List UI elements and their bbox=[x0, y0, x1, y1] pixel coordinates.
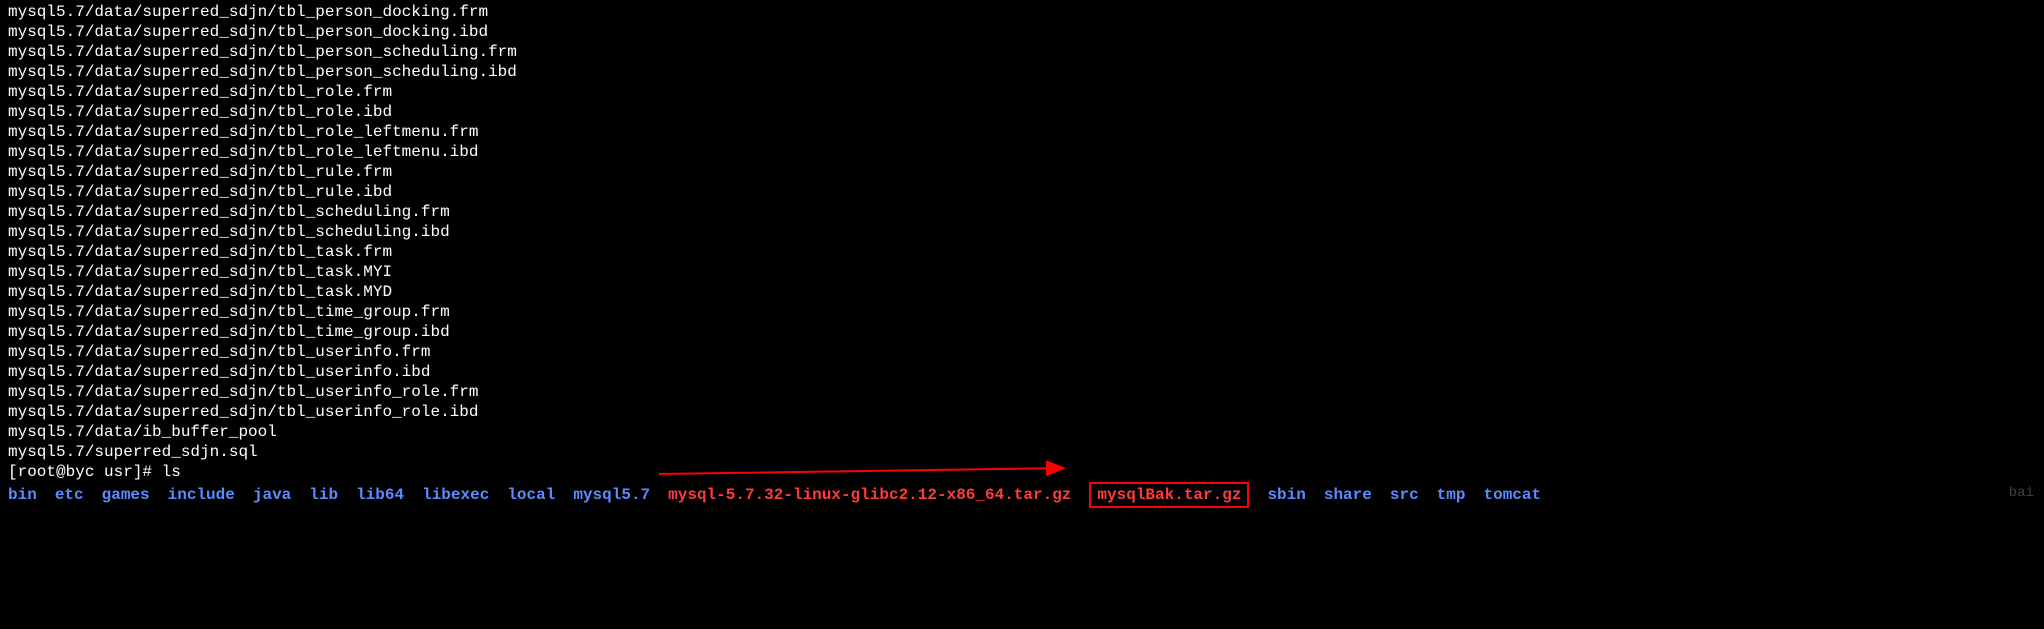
terminal-output-line: mysql5.7/data/superred_sdjn/tbl_userinfo… bbox=[8, 402, 2036, 422]
ls-item-share: share bbox=[1324, 485, 1372, 505]
terminal-output-line: mysql5.7/data/superred_sdjn/tbl_person_d… bbox=[8, 22, 2036, 42]
ls-item-mysql5-7: mysql5.7 bbox=[573, 485, 650, 505]
terminal-output-line: mysql5.7/data/superred_sdjn/tbl_rule.ibd bbox=[8, 182, 2036, 202]
terminal-output-line: mysql5.7/data/superred_sdjn/tbl_person_d… bbox=[8, 2, 2036, 22]
terminal-output-line: mysql5.7/data/superred_sdjn/tbl_role.frm bbox=[8, 82, 2036, 102]
ls-item-tmp: tmp bbox=[1437, 485, 1466, 505]
ls-item-libexec: libexec bbox=[422, 485, 489, 505]
highlighted-file-box: mysqlBak.tar.gz bbox=[1089, 482, 1249, 508]
terminal-output-line: mysql5.7/data/superred_sdjn/tbl_time_gro… bbox=[8, 322, 2036, 342]
terminal-output-line: mysql5.7/data/superred_sdjn/tbl_userinfo… bbox=[8, 362, 2036, 382]
shell-prompt-line[interactable]: [root@byc usr]# ls bbox=[8, 462, 2036, 482]
terminal-output-line: mysql5.7/data/ib_buffer_pool bbox=[8, 422, 2036, 442]
terminal-output-line: mysql5.7/data/superred_sdjn/tbl_scheduli… bbox=[8, 222, 2036, 242]
terminal-output-line: mysql5.7/data/superred_sdjn/tbl_task.MYI bbox=[8, 262, 2036, 282]
terminal-output-line: mysql5.7/data/superred_sdjn/tbl_person_s… bbox=[8, 62, 2036, 82]
ls-output-line: binetc games include javalib lib64 libexec loc… bbox=[8, 482, 2036, 508]
terminal-output-line: mysql5.7/data/superred_sdjn/tbl_role.ibd bbox=[8, 102, 2036, 122]
ls-item-include: include bbox=[168, 485, 235, 505]
terminal-output-line: mysql5.7/data/superred_sdjn/tbl_role_lef… bbox=[8, 122, 2036, 142]
terminal-output-line: mysql5.7/superred_sdjn.sql bbox=[8, 442, 2036, 462]
terminal-output-line: mysql5.7/data/superred_sdjn/tbl_person_s… bbox=[8, 42, 2036, 62]
terminal-output: mysql5.7/data/superred_sdjn/tbl_person_d… bbox=[8, 2, 2036, 462]
ls-item-java: java bbox=[253, 485, 291, 505]
ls-item-lib64: lib64 bbox=[356, 485, 404, 505]
terminal-output-line: mysql5.7/data/superred_sdjn/tbl_rule.frm bbox=[8, 162, 2036, 182]
terminal-output-line: mysql5.7/data/superred_sdjn/tbl_task.frm bbox=[8, 242, 2036, 262]
terminal-output-line: mysql5.7/data/superred_sdjn/tbl_userinfo… bbox=[8, 342, 2036, 362]
terminal-output-line: mysql5.7/data/superred_sdjn/tbl_time_gro… bbox=[8, 302, 2036, 322]
terminal-output-line: mysql5.7/data/superred_sdjn/tbl_task.MYD bbox=[8, 282, 2036, 302]
ls-item-bin: bin bbox=[8, 485, 37, 505]
ls-item-sbin: sbin bbox=[1267, 485, 1305, 505]
ls-item-local: local bbox=[507, 485, 555, 505]
shell-prompt: [root@byc usr]# ls bbox=[8, 463, 181, 481]
ls-item-etc: etc bbox=[55, 485, 84, 505]
ls-item-mysql-5-7-32-linux-glibc2-12-x86-64-tar-gz: mysql-5.7.32-linux-glibc2.12-x86_64.tar.… bbox=[668, 485, 1071, 505]
terminal-output-line: mysql5.7/data/superred_sdjn/tbl_scheduli… bbox=[8, 202, 2036, 222]
terminal-output-line: mysql5.7/data/superred_sdjn/tbl_role_lef… bbox=[8, 142, 2036, 162]
ls-item-lib: lib bbox=[309, 485, 338, 505]
ls-item-tomcat: tomcat bbox=[1483, 485, 1541, 505]
ls-item-mysqlBak-tar-gz: mysqlBak.tar.gz bbox=[1097, 486, 1241, 504]
terminal-output-line: mysql5.7/data/superred_sdjn/tbl_userinfo… bbox=[8, 382, 2036, 402]
ls-item-games: games bbox=[102, 485, 150, 505]
ls-item-src: src bbox=[1390, 485, 1419, 505]
